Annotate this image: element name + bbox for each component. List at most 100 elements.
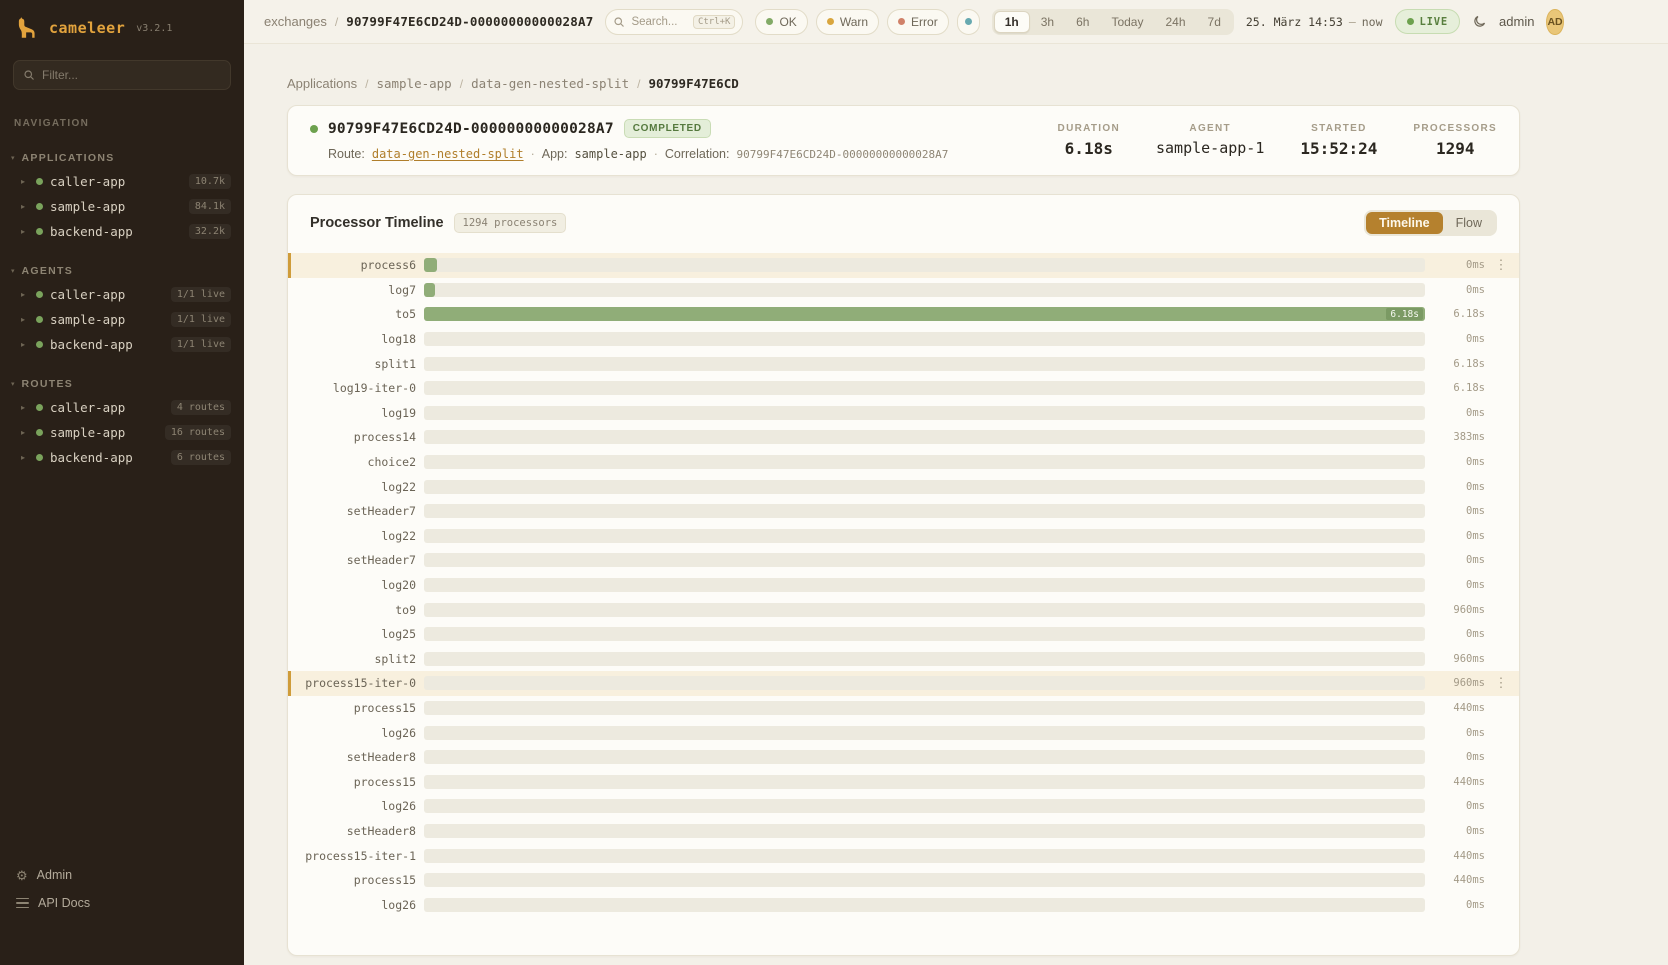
timeline-row[interactable]: setHeader7 0ms ⋮ (288, 548, 1519, 573)
sidebar-item-backend-app[interactable]: ▸ backend-app 32.2k (0, 219, 244, 244)
item-count-badge: 32.2k (189, 224, 231, 239)
exchange-id-title: 90799F47E6CD24D-00000000000028A7 (328, 121, 614, 137)
filter-chip-ok[interactable]: OK (755, 9, 807, 35)
timeline-row[interactable]: split2 960ms ⋮ (288, 647, 1519, 672)
sidebar-item-api-docs[interactable]: API Docs (14, 889, 230, 917)
time-range-today[interactable]: Today (1100, 11, 1154, 33)
timeline-row[interactable]: split1 6.18s ⋮ (288, 351, 1519, 376)
breadcrumb-exchanges-link[interactable]: exchanges (264, 14, 327, 29)
user-menu[interactable]: admin (1499, 14, 1534, 29)
sidebar-filter[interactable] (13, 60, 231, 90)
view-toggle-timeline[interactable]: Timeline (1366, 212, 1442, 234)
timeline-row[interactable]: setHeader7 0ms ⋮ (288, 499, 1519, 524)
processor-name: log19 (293, 406, 416, 420)
breadcrumb-segment[interactable]: data-gen-nested-split (471, 76, 629, 91)
sidebar-item-backend-app[interactable]: ▸ backend-app 1/1 live (0, 332, 244, 357)
timeline-row[interactable]: log19-iter-0 6.18s ⋮ (288, 376, 1519, 401)
timeline-track (424, 381, 1425, 395)
breadcrumb-segment[interactable]: 90799F47E6CD (648, 76, 738, 91)
status-dot (36, 203, 43, 210)
sidebar-item-sample-app[interactable]: ▸ sample-app 84.1k (0, 194, 244, 219)
time-range-1h[interactable]: 1h (994, 11, 1030, 33)
time-range-3h[interactable]: 3h (1030, 11, 1065, 33)
theme-toggle[interactable] (1472, 14, 1487, 29)
chevron-right-icon: ▸ (21, 290, 29, 299)
timeline-row[interactable]: process15-iter-0 960ms ⋮ (288, 671, 1519, 696)
kebab-menu-icon[interactable]: ⋮ (1493, 675, 1509, 691)
timeline-row[interactable]: log22 0ms ⋮ (288, 474, 1519, 499)
app-value: sample-app (574, 147, 646, 161)
sidebar-item-caller-app[interactable]: ▸ caller-app 4 routes (0, 395, 244, 420)
status-dot (36, 228, 43, 235)
exchange-summary-card: 90799F47E6CD24D-00000000000028A7 COMPLET… (287, 105, 1520, 176)
duration-value: 0ms (1433, 825, 1485, 837)
time-range-24h[interactable]: 24h (1154, 11, 1196, 33)
timeline-row[interactable]: log7 0ms ⋮ (288, 278, 1519, 303)
timeline-row[interactable]: choice2 0ms ⋮ (288, 450, 1519, 475)
exchange-id-crumb: 90799F47E6CD24D-00000000000028A7 (346, 14, 593, 29)
timeline-row[interactable]: setHeader8 0ms ⋮ (288, 819, 1519, 844)
timeline-row[interactable]: log18 0ms ⋮ (288, 327, 1519, 352)
sidebar-group: ▾ AGENTS ▸ caller-app 1/1 live ▸ sample-… (0, 262, 244, 357)
timeline-row[interactable]: log22 0ms ⋮ (288, 524, 1519, 549)
processor-name: log22 (293, 480, 416, 494)
filter-chip-extra[interactable] (957, 9, 980, 35)
breadcrumb-segment[interactable]: sample-app (376, 76, 451, 91)
kebab-menu-icon[interactable]: ⋮ (1493, 257, 1509, 273)
view-toggle-flow[interactable]: Flow (1443, 212, 1495, 234)
sidebar-item-backend-app[interactable]: ▸ backend-app 6 routes (0, 445, 244, 470)
chevron-right-icon: ▸ (21, 177, 29, 186)
global-search[interactable]: Ctrl+K (605, 9, 743, 35)
timeline-row[interactable]: to5 6.18s 6.18s ⋮ (288, 302, 1519, 327)
stat-agent: AGENT sample-app-1 (1156, 123, 1264, 157)
search-icon (23, 69, 35, 81)
sidebar-item-caller-app[interactable]: ▸ caller-app 1/1 live (0, 282, 244, 307)
timeline-row[interactable]: to9 960ms ⋮ (288, 597, 1519, 622)
sidebar-group-header-routes[interactable]: ▾ ROUTES (0, 375, 244, 395)
timeline-row[interactable]: log26 0ms ⋮ (288, 794, 1519, 819)
sidebar-group-header-agents[interactable]: ▾ AGENTS (0, 262, 244, 282)
sidebar-item-admin[interactable]: ⚙ Admin (14, 861, 230, 889)
sidebar-group-header-applications[interactable]: ▾ APPLICATIONS (0, 149, 244, 169)
breadcrumb-segment[interactable]: Applications (287, 76, 357, 91)
timeline-row[interactable]: process15 440ms ⋮ (288, 868, 1519, 893)
timeline-row[interactable]: process15-iter-1 440ms ⋮ (288, 843, 1519, 868)
timeline-row[interactable]: setHeader8 0ms ⋮ (288, 745, 1519, 770)
search-input[interactable] (631, 16, 686, 28)
item-count-badge: 1/1 live (171, 337, 231, 352)
timeline-row[interactable]: log26 0ms ⋮ (288, 720, 1519, 745)
sidebar-item-sample-app[interactable]: ▸ sample-app 1/1 live (0, 307, 244, 332)
avatar[interactable]: AD (1546, 9, 1563, 35)
sidebar-item-caller-app[interactable]: ▸ caller-app 10.7k (0, 169, 244, 194)
date-range-picker[interactable]: 25. März 14:53 — now (1246, 15, 1383, 29)
route-link[interactable]: data-gen-nested-split (372, 147, 524, 161)
timeline-row[interactable]: log19 0ms ⋮ (288, 401, 1519, 426)
status-dot (965, 18, 972, 25)
timeline-row[interactable]: process6 0ms ⋮ (288, 253, 1519, 278)
filter-input[interactable] (42, 68, 221, 82)
timeline-track (424, 726, 1425, 740)
timeline-row[interactable]: process15 440ms ⋮ (288, 696, 1519, 721)
timeline-track (424, 824, 1425, 838)
breadcrumb-separator: / (365, 77, 368, 91)
timeline-row[interactable]: log25 0ms ⋮ (288, 622, 1519, 647)
filter-chip-warn[interactable]: Warn (816, 9, 879, 35)
item-count-badge: 1/1 live (171, 312, 231, 327)
timeline-row[interactable]: log26 0ms ⋮ (288, 892, 1519, 917)
filter-chip-error[interactable]: Error (887, 9, 949, 35)
moon-icon (1472, 14, 1487, 29)
time-range-7d[interactable]: 7d (1197, 11, 1232, 33)
app-logo[interactable]: cameleer v3.2.1 (0, 0, 244, 54)
timeline-row[interactable]: process15 440ms ⋮ (288, 769, 1519, 794)
sidebar-item-sample-app[interactable]: ▸ sample-app 16 routes (0, 420, 244, 445)
processor-name: log18 (293, 332, 416, 346)
processor-count-badge: 1294 processors (454, 213, 567, 233)
timeline-row[interactable]: log20 0ms ⋮ (288, 573, 1519, 598)
app-version: v3.2.1 (136, 23, 172, 34)
topbar-breadcrumb: exchanges / 90799F47E6CD24D-000000000000… (264, 14, 593, 29)
duration-value: 0ms (1433, 407, 1485, 419)
live-toggle[interactable]: LIVE (1395, 9, 1461, 34)
timeline-row[interactable]: process14 383ms ⋮ (288, 425, 1519, 450)
time-range-6h[interactable]: 6h (1065, 11, 1100, 33)
status-dot (36, 404, 43, 411)
